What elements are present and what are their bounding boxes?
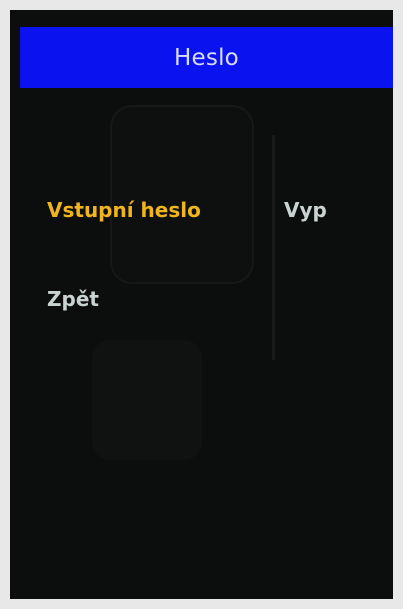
screen-reflection — [110, 105, 254, 284]
entry-password-value: Vyp — [284, 198, 327, 222]
menu-item-entry-password[interactable]: Vstupní heslo — [47, 198, 201, 222]
menu-item-back[interactable]: Zpět — [47, 287, 99, 311]
screen-reflection-line — [272, 135, 275, 360]
phone-screen: Heslo Vstupní heslo Vyp Zpět — [10, 10, 393, 599]
screen-reflection-blob — [92, 340, 202, 460]
title-bar: Heslo — [20, 27, 393, 88]
page-title: Heslo — [174, 44, 239, 71]
